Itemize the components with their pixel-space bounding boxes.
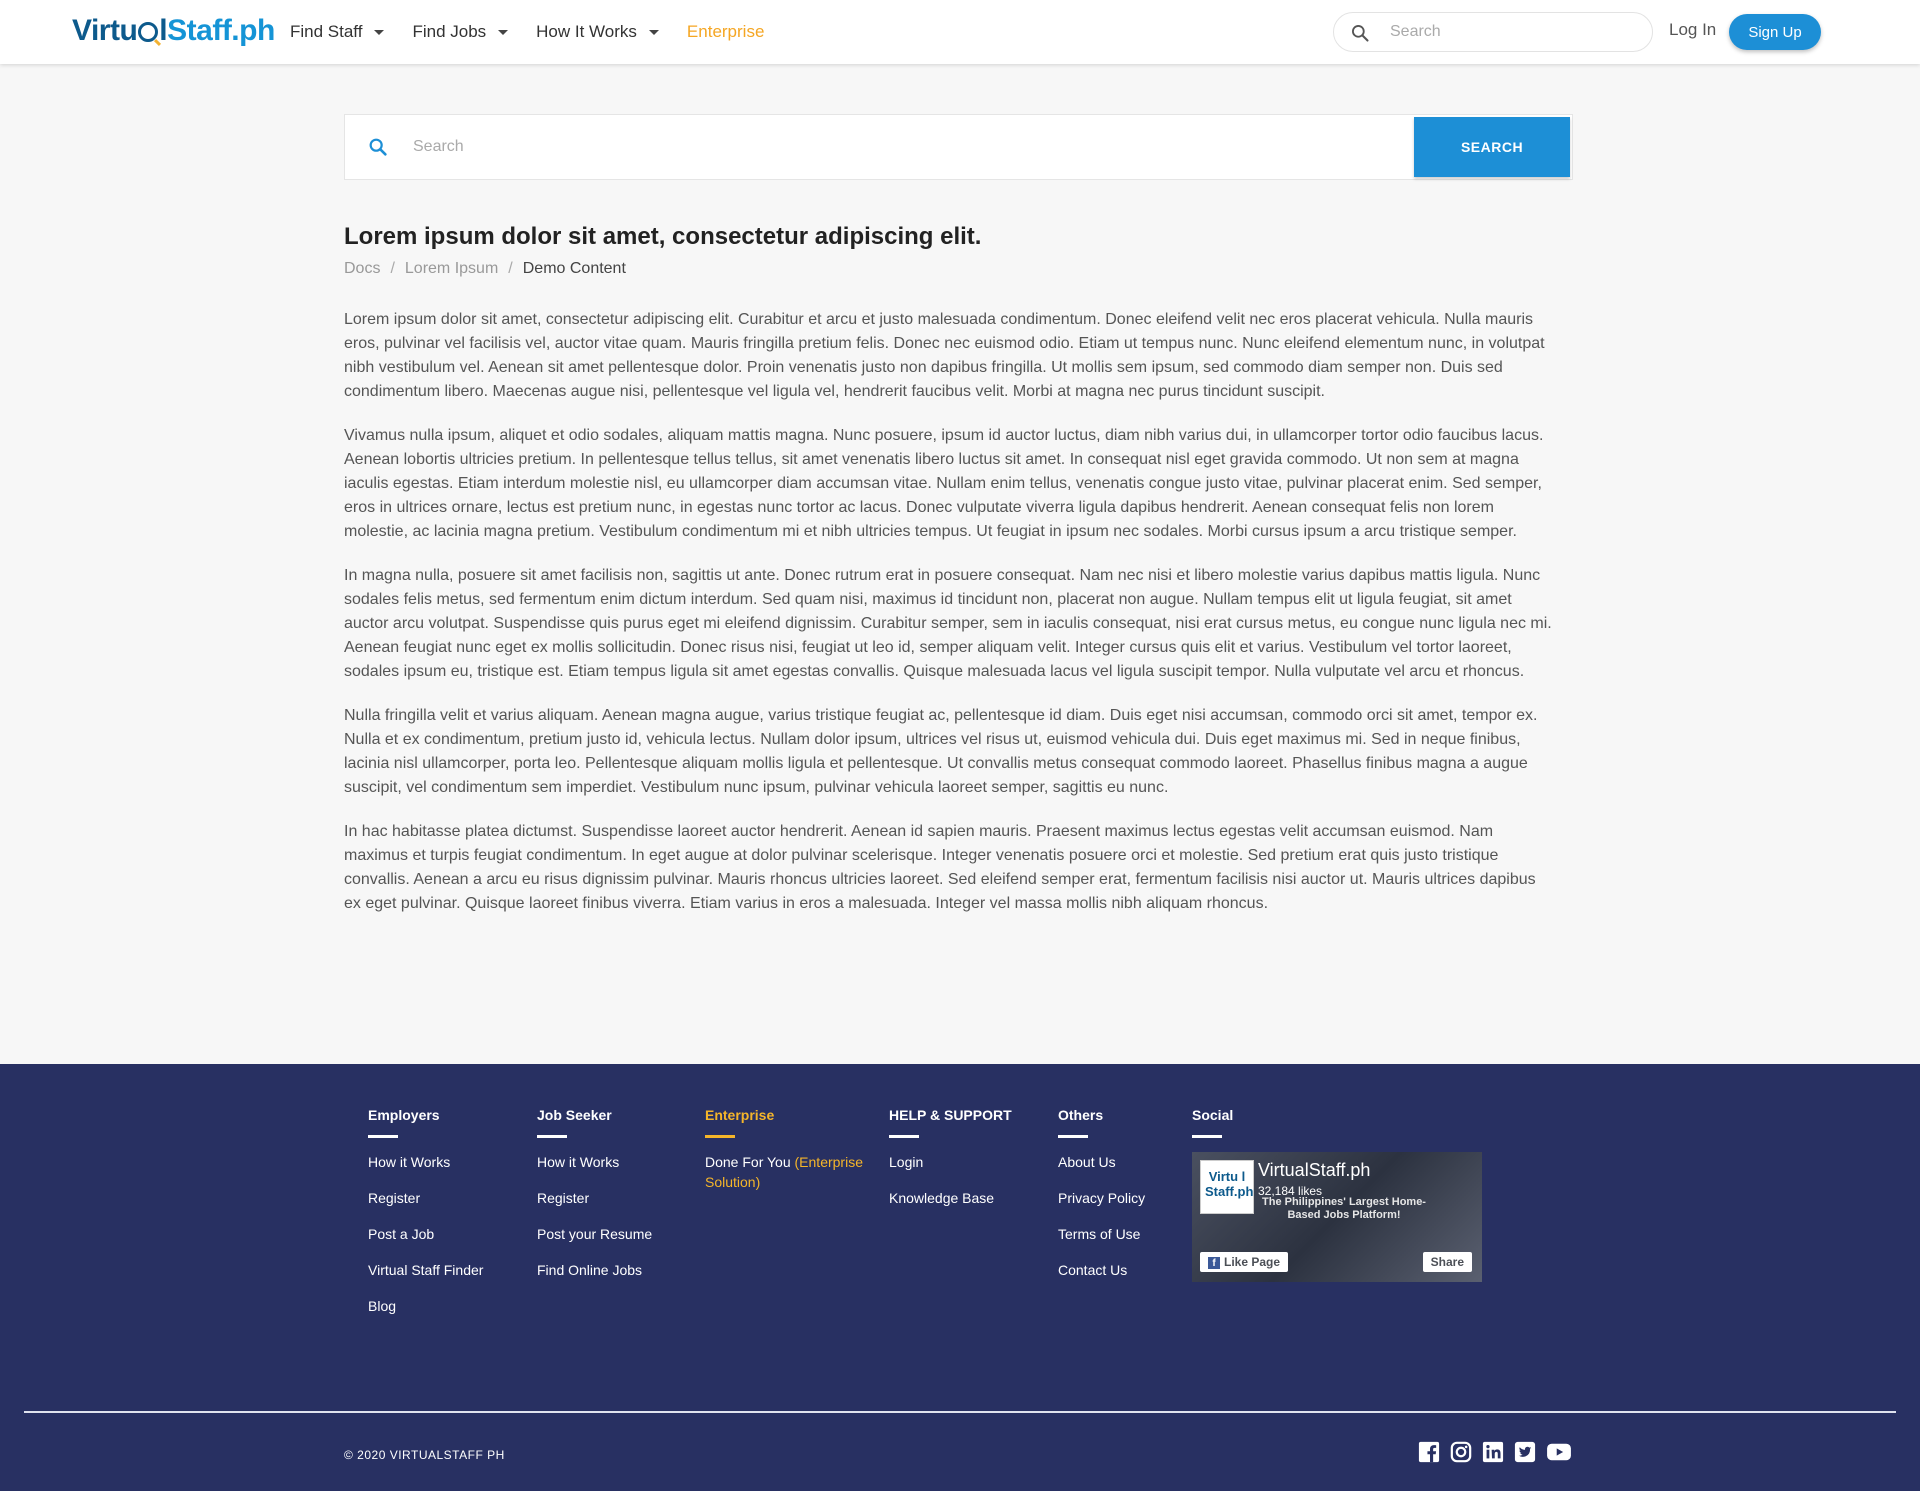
search-icon[interactable] bbox=[1350, 23, 1370, 43]
nav-label: How It Works bbox=[536, 22, 637, 41]
footer-link[interactable]: Privacy Policy bbox=[1058, 1188, 1145, 1208]
site-logo[interactable]: Virtu lStaff.ph bbox=[72, 14, 275, 48]
breadcrumb-lorem-ipsum[interactable]: Lorem Ipsum bbox=[405, 260, 498, 278]
site-footer: Employers How it Works Register Post a J… bbox=[0, 1064, 1920, 1491]
nav-label: Find Staff bbox=[290, 22, 363, 41]
footer-link[interactable]: Blog bbox=[368, 1296, 483, 1316]
footer-link[interactable]: Register bbox=[368, 1188, 483, 1208]
article-body: Lorem ipsum dolor sit amet, consectetur … bbox=[344, 308, 1554, 916]
page-title: Lorem ipsum dolor sit amet, consectetur … bbox=[344, 223, 982, 250]
login-link[interactable]: Log In bbox=[1669, 20, 1716, 40]
fb-share-button[interactable]: Share bbox=[1422, 1252, 1472, 1272]
linkedin-icon[interactable] bbox=[1482, 1441, 1504, 1463]
nav-find-staff[interactable]: Find Staff bbox=[290, 22, 385, 42]
nav-label: Find Jobs bbox=[412, 22, 487, 41]
footer-heading: Job Seeker bbox=[537, 1107, 612, 1123]
fb-logo-line1: Virtu l bbox=[1208, 1169, 1246, 1184]
facebook-icon[interactable] bbox=[1418, 1441, 1440, 1463]
footer-link[interactable]: How it Works bbox=[368, 1152, 483, 1172]
logo-magnifier-icon bbox=[138, 22, 159, 42]
fb-page-name[interactable]: VirtualStaff.ph bbox=[1258, 1160, 1370, 1181]
header-search-input[interactable] bbox=[1390, 21, 1640, 43]
footer-heading: Social bbox=[1192, 1107, 1234, 1123]
signup-button[interactable]: Sign Up bbox=[1729, 14, 1821, 50]
top-navbar: Virtu lStaff.ph Find Staff Find Jobs How … bbox=[0, 0, 1920, 64]
breadcrumb-docs[interactable]: Docs bbox=[344, 260, 380, 278]
main-nav: Find Staff Find Jobs How It Works Enterp… bbox=[290, 0, 792, 64]
fb-page-logo: Virtu l Staff.ph bbox=[1200, 1160, 1254, 1214]
footer-col-others: Others About Us Privacy Policy Terms of … bbox=[1058, 1105, 1145, 1296]
article-paragraph: Lorem ipsum dolor sit amet, consectetur … bbox=[344, 311, 1545, 400]
copyright-text: © 2020 VIRTUALSTAFF PH bbox=[344, 1448, 505, 1462]
search-button[interactable]: SEARCH bbox=[1414, 117, 1570, 177]
caret-down-icon bbox=[498, 29, 509, 35]
footer-link[interactable]: Login bbox=[889, 1152, 1012, 1172]
footer-heading: Others bbox=[1058, 1107, 1104, 1123]
heading-underline bbox=[537, 1135, 567, 1138]
footer-heading: Employers bbox=[368, 1107, 440, 1123]
heading-underline bbox=[368, 1135, 398, 1138]
nav-how-it-works[interactable]: How It Works bbox=[536, 22, 659, 42]
twitter-icon[interactable] bbox=[1514, 1441, 1536, 1463]
docs-search-input[interactable] bbox=[413, 135, 1313, 159]
heading-underline bbox=[889, 1135, 919, 1138]
fb-tagline: The Philippines' Largest Home-Based Jobs… bbox=[1262, 1196, 1426, 1221]
article-paragraph: Nulla fringilla velit et varius aliquam.… bbox=[344, 707, 1538, 796]
footer-col-job-seeker: Job Seeker How it Works Register Post yo… bbox=[537, 1105, 652, 1296]
breadcrumb-separator: / bbox=[508, 260, 513, 277]
caret-down-icon bbox=[374, 29, 385, 35]
article-paragraph: Vivamus nulla ipsum, aliquet et odio sod… bbox=[344, 427, 1544, 540]
footer-heading: Enterprise bbox=[705, 1107, 775, 1123]
article-paragraph: In hac habitasse platea dictumst. Suspen… bbox=[344, 823, 1536, 912]
footer-link[interactable]: How it Works bbox=[537, 1152, 652, 1172]
nav-find-jobs[interactable]: Find Jobs bbox=[412, 22, 509, 42]
footer-link[interactable]: Register bbox=[537, 1188, 652, 1208]
footer-link[interactable]: Post a Job bbox=[368, 1224, 483, 1244]
nav-enterprise[interactable]: Enterprise bbox=[687, 22, 764, 42]
facebook-page-widget[interactable]: Virtu l Staff.ph VirtualStaff.ph 32,184 l… bbox=[1192, 1152, 1482, 1282]
fb-like-page-button[interactable]: Like Page bbox=[1200, 1252, 1289, 1272]
search-icon bbox=[369, 138, 387, 156]
logo-text-staff: Staff.ph bbox=[167, 14, 275, 47]
caret-down-icon bbox=[648, 29, 659, 35]
footer-heading: HELP & SUPPORT bbox=[889, 1107, 1012, 1123]
nav-label: Enterprise bbox=[686, 22, 765, 41]
breadcrumb-separator: / bbox=[390, 260, 395, 277]
heading-underline bbox=[1192, 1135, 1222, 1138]
article-paragraph: In magna nulla, posuere sit amet facilis… bbox=[344, 567, 1552, 680]
heading-underline bbox=[1058, 1135, 1088, 1138]
heading-underline bbox=[705, 1135, 735, 1138]
header-search bbox=[1333, 12, 1653, 52]
footer-col-enterprise: Enterprise Done For You (Enterprise Solu… bbox=[705, 1105, 875, 1208]
footer-col-social: Social Virtu l Staff.ph VirtualStaff.ph 3… bbox=[1192, 1105, 1482, 1282]
logo-text-virtu: Virtu bbox=[72, 14, 138, 47]
footer-link-done-for-you[interactable]: Done For You (Enterprise Solution) bbox=[705, 1152, 875, 1192]
footer-col-help: HELP & SUPPORT Login Knowledge Base bbox=[889, 1105, 1012, 1224]
social-icons bbox=[1418, 1441, 1572, 1463]
footer-link[interactable]: Terms of Use bbox=[1058, 1224, 1145, 1244]
footer-link[interactable]: Virtual Staff Finder bbox=[368, 1260, 483, 1280]
docs-search-bar: SEARCH bbox=[344, 114, 1573, 180]
footer-link[interactable]: Find Online Jobs bbox=[537, 1260, 652, 1280]
footer-divider bbox=[24, 1411, 1896, 1413]
breadcrumb: Docs / Lorem Ipsum / Demo Content bbox=[344, 260, 1554, 278]
fb-logo-line2: Staff.ph bbox=[1205, 1184, 1254, 1199]
footer-link[interactable]: Knowledge Base bbox=[889, 1188, 1012, 1208]
youtube-icon[interactable] bbox=[1546, 1441, 1572, 1463]
article: Lorem ipsum dolor sit amet, consectetur … bbox=[344, 222, 1554, 936]
footer-col-employers: Employers How it Works Register Post a J… bbox=[368, 1105, 483, 1332]
breadcrumb-current: Demo Content bbox=[522, 260, 626, 277]
footer-link[interactable]: Contact Us bbox=[1058, 1260, 1145, 1280]
footer-link[interactable]: About Us bbox=[1058, 1152, 1145, 1172]
instagram-icon[interactable] bbox=[1450, 1441, 1472, 1463]
logo-text-l: l bbox=[159, 14, 168, 47]
footer-link[interactable]: Post your Resume bbox=[537, 1224, 652, 1244]
link-main-text: Done For You bbox=[705, 1154, 795, 1170]
